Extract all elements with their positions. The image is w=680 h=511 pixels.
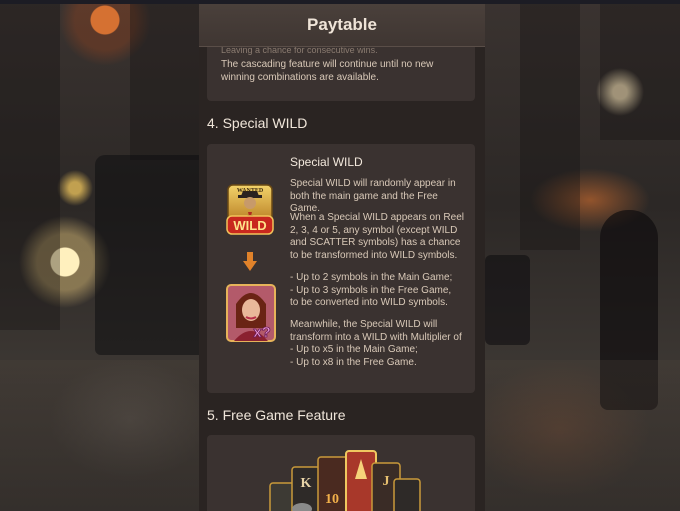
special-wild-desc-3: - Up to 2 symbols in the Main Game; - Up… (290, 272, 470, 310)
arrow-down-icon (243, 252, 257, 271)
desc-line: - Up to 3 symbols in the Free Game, (290, 284, 452, 296)
section-title-special-wild: 4. Special WILD (207, 115, 308, 131)
section-title-free-game: 5. Free Game Feature (207, 407, 346, 423)
desc-line: to be converted into WILD symbols. (290, 297, 448, 308)
paytable-panel[interactable]: Paytable Leaving a chance for consecutiv… (199, 4, 485, 511)
free-game-reels-illustration: K 10 J (269, 450, 421, 511)
special-wild-card: WANTED WILD x? Special WILD Special WILD… (207, 144, 475, 393)
svg-text:WANTED: WANTED (237, 188, 264, 194)
special-wild-symbol-icon: WANTED WILD (226, 184, 274, 235)
desc-line: Meanwhile, the Special WILD will transfo… (290, 319, 462, 343)
desc-line: - Up to x8 in the Free Game. (290, 356, 417, 368)
special-wild-card-title: Special WILD (290, 155, 363, 169)
background-car-right (485, 255, 530, 345)
svg-text:J: J (383, 474, 390, 489)
svg-text:x?: x? (253, 324, 271, 341)
paytable-header: Paytable (199, 4, 485, 47)
paytable-title: Paytable (307, 15, 377, 34)
background-car (95, 155, 200, 355)
svg-text:K: K (301, 476, 312, 491)
free-game-card: K 10 J (207, 435, 475, 511)
character-symbol-icon: x? (226, 284, 276, 342)
desc-line: - Up to x5 in the Main Game; (290, 344, 418, 355)
cascade-continue-text: The cascading feature will continue unti… (221, 59, 434, 83)
special-wild-desc-4: Meanwhile, the Special WILD will transfo… (290, 319, 470, 369)
svg-text:10: 10 (325, 492, 339, 507)
desc-line: - Up to 2 symbols in the Main Game; (290, 272, 453, 283)
special-wild-desc-1: Special WILD will randomly appear in bot… (290, 178, 456, 214)
svg-text:WILD: WILD (233, 218, 266, 233)
special-wild-desc-2: When a Special WILD appears on Reel 2, 3… (290, 212, 464, 261)
